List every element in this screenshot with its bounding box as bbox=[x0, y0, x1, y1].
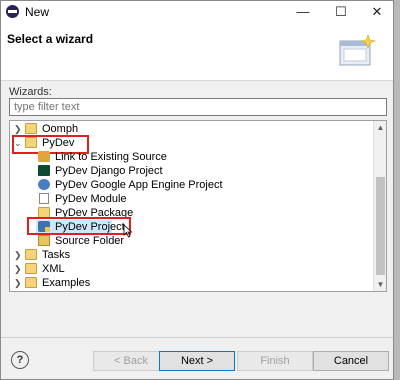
tree-item-link-existing-source[interactable]: Link to Existing Source bbox=[38, 150, 358, 164]
link-source-icon bbox=[38, 151, 50, 162]
tree-item-oomph[interactable]: ❯ Oomph bbox=[12, 122, 372, 136]
django-icon bbox=[38, 165, 50, 176]
source-folder-icon bbox=[38, 235, 50, 246]
folder-icon bbox=[25, 123, 37, 134]
chevron-right-icon[interactable]: ❯ bbox=[14, 122, 23, 136]
folder-icon bbox=[25, 277, 37, 288]
tree-item-label: Link to Existing Source bbox=[55, 151, 167, 163]
tree-item-label: Examples bbox=[42, 277, 91, 289]
back-button[interactable]: < Back bbox=[93, 351, 169, 371]
help-icon[interactable]: ? bbox=[11, 351, 29, 369]
tree-item-pydev-module[interactable]: PyDev Module bbox=[38, 192, 358, 206]
tree-item-label: Tasks bbox=[42, 249, 71, 261]
tree-item-label: XML bbox=[42, 263, 65, 275]
tree-item-xml[interactable]: ❯ XML bbox=[12, 262, 372, 276]
module-icon bbox=[39, 193, 49, 204]
tree-item-source-folder[interactable]: Source Folder bbox=[38, 234, 358, 248]
chevron-right-icon[interactable]: ❯ bbox=[14, 248, 23, 262]
filter-input[interactable] bbox=[9, 98, 387, 116]
mouse-cursor-icon bbox=[123, 224, 133, 238]
wizards-label: Wizards: bbox=[9, 86, 52, 98]
highlight-box-pydev-project bbox=[27, 217, 131, 235]
tree-item-label: PyDev Module bbox=[55, 193, 127, 205]
scroll-up-icon[interactable]: ▲ bbox=[374, 121, 386, 134]
next-button[interactable]: Next > bbox=[159, 351, 235, 371]
title-bar: New — ☐ ✕ bbox=[1, 1, 393, 23]
wizard-banner: Select a wizard bbox=[1, 23, 393, 81]
footer-separator bbox=[1, 337, 393, 338]
chevron-right-icon[interactable]: ❯ bbox=[14, 276, 23, 290]
tree-item-google-app-engine-project[interactable]: PyDev Google App Engine Project bbox=[38, 178, 358, 192]
scroll-thumb[interactable] bbox=[376, 177, 385, 275]
eclipse-icon bbox=[6, 5, 19, 18]
window-title: New bbox=[25, 5, 50, 19]
tree-item-tasks[interactable]: ❯ Tasks bbox=[12, 248, 372, 262]
cancel-button[interactable]: Cancel bbox=[313, 351, 389, 371]
wizard-banner-icon bbox=[339, 34, 377, 66]
scroll-down-icon[interactable]: ▼ bbox=[374, 278, 386, 291]
wizard-tree: ❯ Oomph ⌄ PyDev Link to Existing Source … bbox=[9, 120, 387, 292]
minimize-button[interactable]: — bbox=[285, 1, 321, 23]
folder-icon bbox=[25, 249, 37, 260]
new-wizard-dialog: New — ☐ ✕ Select a wizard Wizards: ❯ Oom… bbox=[0, 0, 394, 380]
page-title: Select a wizard bbox=[7, 32, 94, 46]
tree-item-label: Oomph bbox=[42, 123, 79, 135]
finish-button[interactable]: Finish bbox=[237, 351, 313, 371]
maximize-button[interactable]: ☐ bbox=[323, 1, 359, 23]
chevron-right-icon[interactable]: ❯ bbox=[14, 262, 23, 276]
tree-item-label: PyDev Django Project bbox=[55, 165, 163, 177]
tree-item-label: Source Folder bbox=[55, 235, 125, 247]
tree-item-label: PyDev Google App Engine Project bbox=[55, 179, 223, 191]
folder-icon bbox=[25, 263, 37, 274]
close-button[interactable]: ✕ bbox=[359, 1, 395, 23]
app-engine-icon bbox=[38, 179, 50, 190]
tree-item-examples[interactable]: ❯ Examples bbox=[12, 276, 372, 290]
tree-scrollbar[interactable]: ▲ ▼ bbox=[373, 121, 386, 291]
tree-item-django-project[interactable]: PyDev Django Project bbox=[38, 164, 358, 178]
